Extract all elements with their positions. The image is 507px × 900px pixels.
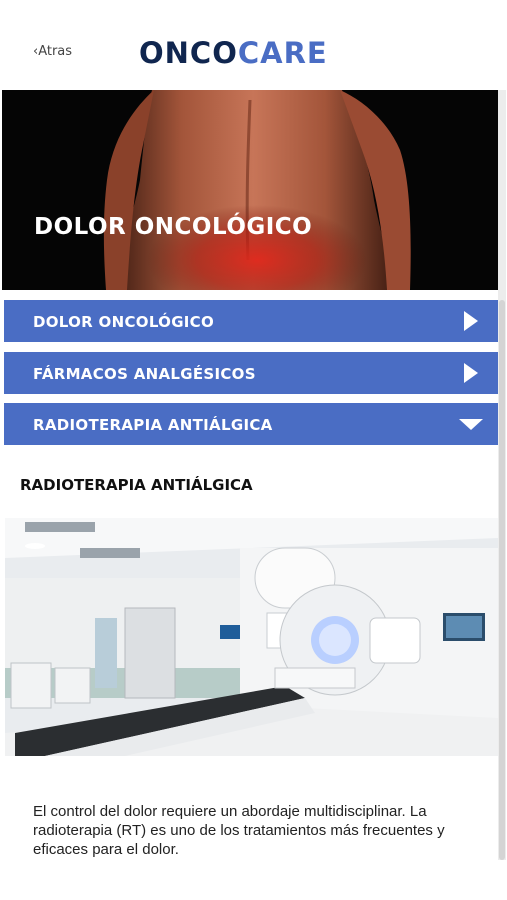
chevron-right-icon — [464, 311, 478, 331]
accordion-label: FÁRMACOS ANALGÉSICOS — [33, 365, 256, 383]
chevron-right-icon — [464, 363, 478, 383]
accordion-item-farmacos-analgesicos[interactable]: FÁRMACOS ANALGÉSICOS — [4, 352, 498, 394]
section-body-text: El control del dolor requiere un abordaj… — [33, 803, 445, 858]
section-heading: RADIOTERAPIA ANTIÁLGICA — [20, 476, 253, 494]
logo-text-care: CARE — [237, 36, 328, 70]
accordion-item-dolor-oncologico[interactable]: DOLOR ONCOLÓGICO — [4, 300, 498, 342]
hero-title: DOLOR ONCOLÓGICO — [34, 214, 313, 240]
app-logo: ONCOCARE — [139, 36, 328, 70]
chevron-down-icon — [459, 419, 483, 430]
bottom-safe-area — [0, 860, 507, 900]
accordion-label: DOLOR ONCOLÓGICO — [33, 313, 215, 331]
top-bar: ‹Atras ONCOCARE — [0, 0, 507, 90]
logo-text-onco: ONCO — [139, 36, 238, 70]
accordion-item-radioterapia-antialgica[interactable]: RADIOTERAPIA ANTIÁLGICA — [4, 403, 498, 445]
scrollbar-thumb[interactable] — [499, 300, 505, 860]
accordion-label: RADIOTERAPIA ANTIÁLGICA — [33, 416, 273, 434]
hero-banner: DOLOR ONCOLÓGICO — [2, 90, 498, 290]
hero-image — [2, 90, 498, 290]
back-button[interactable]: ‹Atras — [33, 44, 72, 59]
radiotherapy-room-image — [5, 518, 498, 756]
